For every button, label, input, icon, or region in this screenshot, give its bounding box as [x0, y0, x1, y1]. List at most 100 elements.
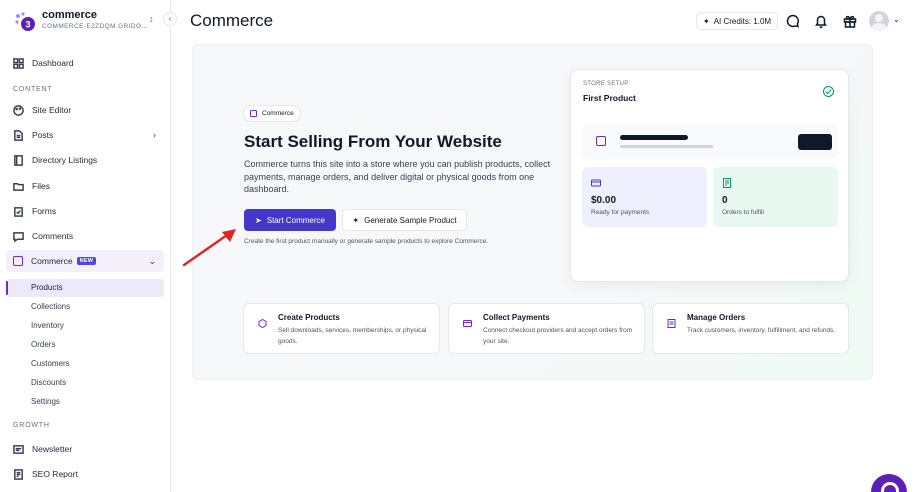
sidebar-item-comments[interactable]: Comments	[6, 225, 164, 247]
sidebar-subitem-products[interactable]: Products	[6, 279, 164, 297]
check-circle-icon	[823, 86, 834, 97]
bell-icon[interactable]	[814, 14, 828, 29]
sidebar-item-label: Directory Listings	[32, 155, 98, 165]
ai-credits-button[interactable]: ✦ AI Credits: 1.0M	[696, 12, 779, 30]
shopping-bag-icon	[13, 256, 23, 266]
placeholder-bar	[620, 145, 713, 148]
revenue-stat: $0.00 Ready for payments	[582, 167, 707, 227]
page-title: Commerce	[190, 11, 274, 30]
sidebar-item-site-editor[interactable]: Site Editor	[6, 99, 164, 121]
gift-icon[interactable]	[843, 14, 857, 28]
receipt-icon	[667, 319, 676, 328]
sidebar-item-label: Commerce	[31, 256, 73, 266]
sidebar: 3 commerce COMMERCE-E2ZDQM.GRIDO... ↕ ‹ …	[0, 0, 177, 492]
revenue-label: Ready for payments	[591, 209, 650, 216]
avatar[interactable]	[869, 11, 889, 31]
orders-value: 0	[722, 195, 728, 206]
rocket-icon: ➤	[255, 215, 262, 225]
chevron-down-icon: ⌄	[148, 255, 156, 266]
pill-label: Commerce	[262, 110, 294, 117]
start-commerce-button[interactable]: ➤ Start Commerce	[244, 209, 336, 231]
receipt-icon	[723, 178, 731, 188]
hero-title: Start Selling From Your Website	[244, 132, 502, 151]
new-badge: NEW	[76, 257, 97, 265]
orders-stat: 0 Orders to fulfill	[713, 167, 838, 227]
product-placeholder-row	[582, 124, 838, 159]
sidebar-item-posts[interactable]: Posts ›	[6, 124, 164, 146]
sidebar-item-files[interactable]: Files	[6, 175, 164, 197]
sidebar-subitem-customers[interactable]: Customers	[6, 355, 164, 373]
palette-icon	[13, 104, 24, 116]
document-icon	[13, 129, 24, 141]
sidebar-item-forms[interactable]: Forms	[6, 200, 164, 222]
revenue-value: $0.00	[591, 195, 617, 206]
newsletter-icon	[13, 444, 24, 455]
feature-card-manage-orders: Manage Orders Track customers, inventory…	[652, 303, 849, 354]
ai-credits-label: AI Credits: 1.0M	[713, 16, 772, 26]
store-setup-card: STORE SETUP First Product $0.00 Ready fo…	[570, 69, 849, 282]
brand-logo-icon: 3	[15, 12, 35, 31]
sidebar-item-label: SEO Report	[32, 469, 78, 479]
sidebar-item-label: Forms	[32, 206, 57, 216]
sidebar-item-commerce[interactable]: Commerce NEW ⌄	[6, 250, 164, 272]
section-label-content: CONTENT	[13, 86, 53, 93]
comment-icon	[13, 231, 24, 242]
sidebar-item-label: Posts	[32, 130, 54, 140]
chevron-down-icon[interactable]: ⌄	[893, 15, 900, 24]
setup-label: STORE SETUP	[583, 81, 629, 87]
sidebar-item-directory-listings[interactable]: Directory Listings	[6, 149, 164, 171]
setup-title: First Product	[583, 93, 636, 103]
placeholder-bar	[620, 135, 688, 140]
collapse-sidebar-button[interactable]: ‹	[163, 12, 177, 26]
button-label: Start Commerce	[266, 215, 325, 225]
credit-card-icon	[591, 179, 601, 187]
brand-switcher[interactable]: 3 commerce COMMERCE-E2ZDQM.GRIDO... ↕	[14, 9, 164, 33]
svg-text:3: 3	[25, 20, 30, 30]
feature-description: Sell downloads, services, memberships, o…	[278, 327, 427, 345]
feature-title: Collect Payments	[483, 313, 550, 322]
report-icon	[13, 468, 24, 480]
sidebar-item-newsletter[interactable]: Newsletter	[6, 438, 164, 460]
sidebar-subitem-discounts[interactable]: Discounts	[6, 374, 164, 392]
chat-launcher-button[interactable]	[871, 474, 907, 492]
placeholder-button	[798, 134, 832, 150]
brand-subtitle: COMMERCE-E2ZDQM.GRIDO...	[42, 23, 149, 30]
orders-label: Orders to fulfill	[722, 209, 764, 216]
sparkle-icon: ✦	[703, 16, 710, 26]
feature-description: Track customers, inventory, fulfillment,…	[687, 327, 836, 334]
sidebar-subitem-orders[interactable]: Orders	[6, 336, 164, 354]
sidebar-item-label: Files	[32, 181, 50, 191]
feature-description: Connect checkout providers and accept or…	[483, 327, 633, 345]
chevron-right-icon: ›	[153, 130, 156, 140]
cube-icon	[258, 319, 267, 328]
commerce-pill: Commerce	[243, 105, 301, 122]
sidebar-item-label: Site Editor	[32, 105, 72, 115]
sidebar-item-dashboard[interactable]: Dashboard	[6, 52, 164, 74]
feature-card-collect-payments: Collect Payments Connect checkout provid…	[448, 303, 645, 354]
sidebar-subitem-settings[interactable]: Settings	[6, 393, 164, 411]
hero-description: Commerce turns this site into a store wh…	[244, 159, 551, 194]
cube-icon	[596, 136, 606, 146]
sidebar-item-label: Newsletter	[32, 444, 73, 454]
feature-title: Create Products	[278, 313, 340, 322]
shopping-bag-icon	[250, 110, 257, 117]
sidebar-item-label: Comments	[32, 231, 74, 241]
sparkles-icon: ✦	[352, 215, 360, 225]
feature-card-create-products: Create Products Sell downloads, services…	[243, 303, 440, 354]
clipboard-check-icon	[13, 206, 24, 217]
feature-title: Manage Orders	[687, 313, 746, 322]
folder-icon	[13, 181, 24, 192]
book-icon	[13, 154, 24, 166]
credit-card-icon	[463, 320, 472, 327]
brand-name: commerce	[42, 9, 98, 21]
sidebar-item-label: Dashboard	[32, 58, 74, 68]
generate-sample-product-button[interactable]: ✦ Generate Sample Product	[342, 209, 467, 231]
hero-hint: Create the first product manually or gen…	[244, 238, 489, 245]
chevron-updown-icon: ↕	[149, 14, 154, 24]
section-label-growth: GROWTH	[13, 422, 50, 429]
chat-icon[interactable]	[786, 14, 800, 28]
button-label: Generate Sample Product	[364, 215, 457, 225]
sidebar-subitem-collections[interactable]: Collections	[6, 298, 164, 316]
sidebar-subitem-inventory[interactable]: Inventory	[6, 317, 164, 335]
sidebar-item-seo-report[interactable]: SEO Report	[6, 463, 164, 485]
